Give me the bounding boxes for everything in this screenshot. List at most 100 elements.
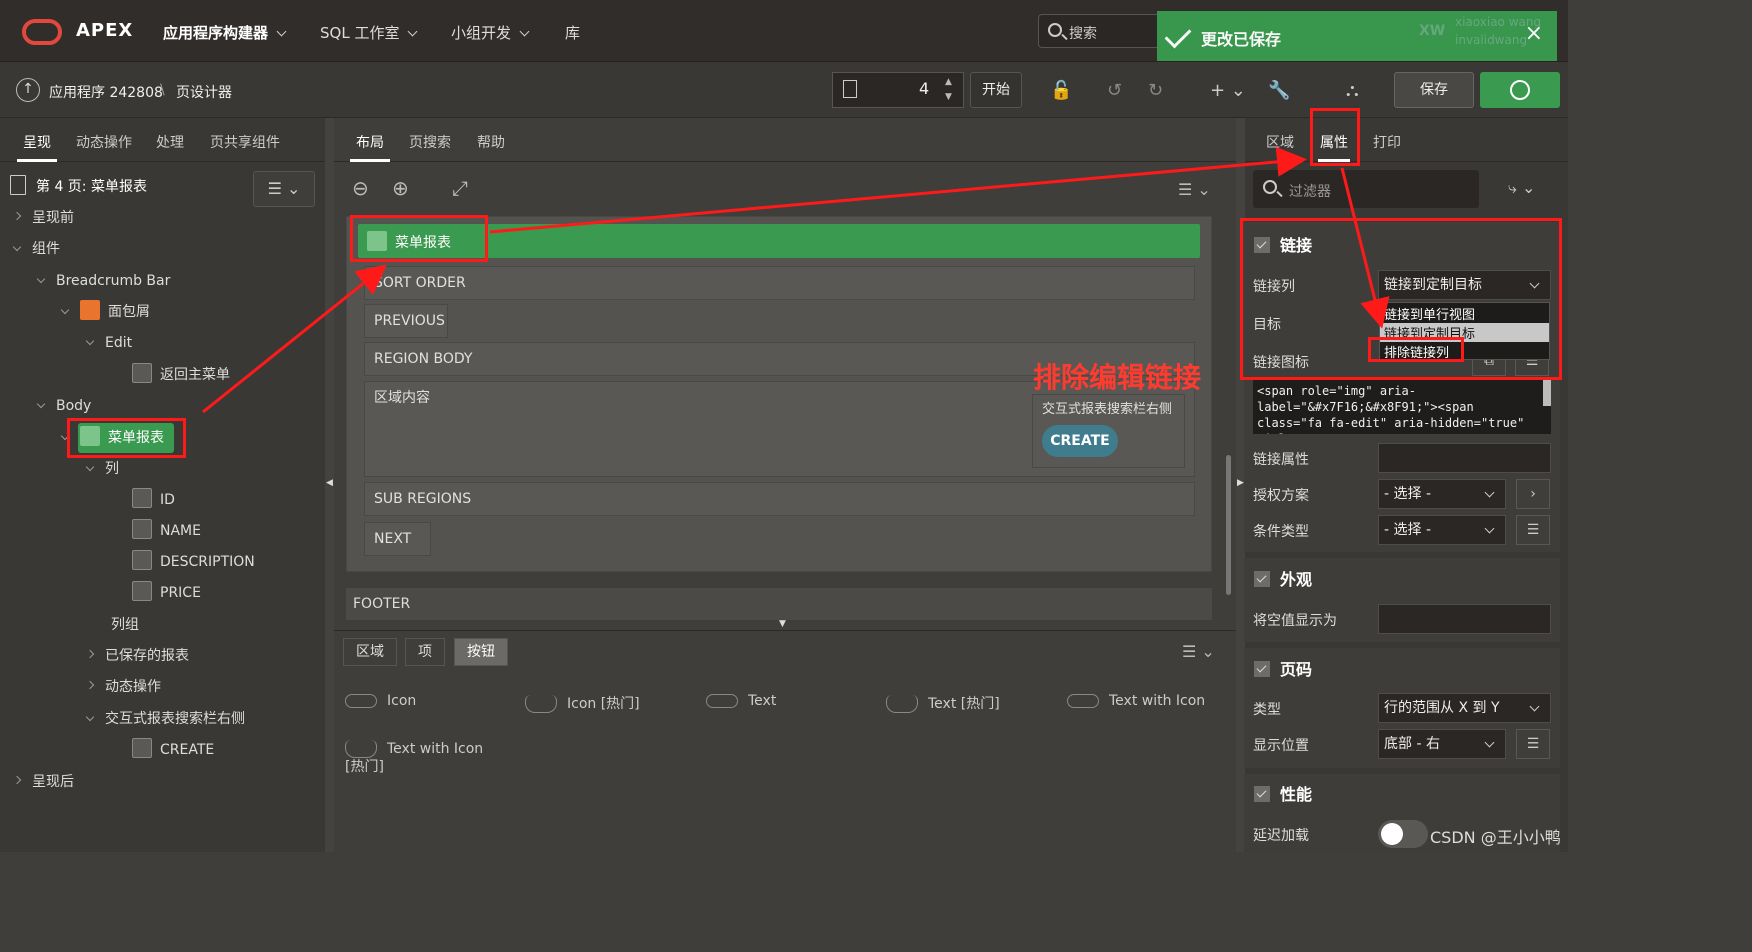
- pagination-type-select[interactable]: 行的范围从 X 到 Y: [1378, 693, 1551, 723]
- tab-help[interactable]: 帮助: [477, 132, 505, 152]
- list-icon[interactable]: ☰: [1516, 729, 1550, 759]
- brand-name[interactable]: APEX: [76, 20, 133, 41]
- oracle-logo-icon[interactable]: [22, 19, 62, 45]
- page-number-input[interactable]: 4: [919, 79, 929, 98]
- shared-components-icon[interactable]: ⛬: [1346, 80, 1359, 101]
- tab-rendering[interactable]: 呈现: [23, 132, 51, 152]
- tree-menu-button[interactable]: ☰ ⌄: [253, 171, 315, 207]
- position-sort-order[interactable]: SORT ORDER: [364, 266, 1195, 300]
- show-null-as-input[interactable]: [1378, 604, 1551, 634]
- tree-col-id[interactable]: ID: [132, 485, 175, 515]
- user-sub: invalidwang: [1455, 33, 1528, 47]
- position-sub-regions[interactable]: SUB REGIONS: [364, 482, 1195, 516]
- goto-group-icon[interactable]: ⤷ ⌄: [1508, 178, 1535, 198]
- tree-col-price[interactable]: PRICE: [132, 578, 201, 608]
- search-input[interactable]: 搜索: [1038, 14, 1168, 48]
- stepper-icon[interactable]: ▲ ▼: [945, 75, 952, 105]
- tree-columns[interactable]: 列: [85, 454, 119, 484]
- run-button[interactable]: [1480, 72, 1560, 108]
- utilities-wrench-icon[interactable]: 🔧: [1268, 80, 1290, 101]
- redo-icon[interactable]: ↻: [1148, 80, 1163, 101]
- zoom-in-icon[interactable]: ⊕: [392, 176, 409, 200]
- link-attributes-input[interactable]: [1378, 443, 1551, 473]
- expand-icon[interactable]: ⤢: [452, 176, 468, 200]
- tab-region[interactable]: 区域: [1266, 132, 1294, 152]
- unlock-icon[interactable]: 🔓: [1050, 80, 1072, 101]
- tab-printing[interactable]: 打印: [1373, 132, 1401, 152]
- tree-dynamic-actions[interactable]: 动态操作: [85, 672, 161, 702]
- tab-dynamic-actions[interactable]: 动态操作: [76, 132, 132, 152]
- gallery-text-hot[interactable]: Text [热门]: [886, 693, 1000, 713]
- gallery-icon-hot[interactable]: Icon [热门]: [525, 693, 640, 713]
- tree-column-groups[interactable]: 列组: [111, 610, 139, 640]
- tree-col-description[interactable]: DESCRIPTION: [132, 547, 255, 577]
- annotation-box-region-header: [350, 215, 488, 262]
- position-footer[interactable]: FOOTER: [346, 588, 1212, 620]
- flame-icon: [886, 695, 918, 713]
- tree-post-rendering[interactable]: 呈现后: [12, 767, 74, 797]
- tree-create-button[interactable]: CREATE: [132, 735, 214, 765]
- gallery-text[interactable]: Text: [706, 693, 776, 709]
- position-previous[interactable]: PREVIOUS: [364, 304, 448, 338]
- lazy-loading-toggle[interactable]: [1378, 820, 1428, 848]
- condition-type-select[interactable]: - 选择 -: [1378, 515, 1506, 545]
- create-button[interactable]: CREATE: [1042, 425, 1118, 457]
- gallery-tab-buttons[interactable]: 按钮: [454, 638, 508, 666]
- nav-app-builder[interactable]: 应用程序构建器: [163, 22, 287, 43]
- save-button[interactable]: 保存: [1394, 72, 1474, 108]
- gallery-menu-icon[interactable]: ☰ ⌄: [1182, 642, 1215, 661]
- nav-team-dev[interactable]: 小组开发: [451, 22, 530, 43]
- splitter-down-icon[interactable]: ▼: [779, 619, 786, 629]
- tab-shared-components[interactable]: 页共享组件: [210, 132, 280, 152]
- display-position-select[interactable]: 底部 - 右: [1378, 729, 1506, 759]
- tab-page-search[interactable]: 页搜索: [409, 132, 451, 152]
- code-scrollbar[interactable]: [1543, 380, 1551, 406]
- undo-icon[interactable]: ↺: [1107, 80, 1122, 101]
- tree-breadcrumb-bar[interactable]: Breadcrumb Bar: [36, 266, 170, 296]
- tab-processing[interactable]: 处理: [156, 132, 184, 152]
- gallery-text-with-icon[interactable]: Text with Icon: [1067, 693, 1205, 709]
- create-menu-icon[interactable]: + ⌄: [1210, 80, 1246, 101]
- tree-components[interactable]: 组件: [12, 234, 60, 264]
- go-button[interactable]: 开始: [970, 72, 1022, 108]
- avatar[interactable]: XW: [1419, 23, 1445, 39]
- gallery-tab-regions[interactable]: 区域: [343, 638, 397, 666]
- page-icon: [843, 80, 857, 98]
- tab-layout[interactable]: 布局: [356, 132, 384, 152]
- tree-col-name[interactable]: NAME: [132, 516, 201, 546]
- tree-body[interactable]: Body: [36, 391, 91, 421]
- nav-sql-workshop[interactable]: SQL 工作室: [320, 22, 418, 43]
- canvas-scrollbar[interactable]: [1226, 455, 1231, 595]
- gallery-text-with-icon-hot[interactable]: Text with Icon [热门]: [345, 740, 505, 776]
- breadcrumb-app[interactable]: 应用程序 242808: [49, 82, 163, 102]
- position-next[interactable]: NEXT: [364, 522, 431, 556]
- chevron-down-icon: [519, 26, 530, 37]
- tree-page-root[interactable]: 第 4 页: 菜单报表: [10, 172, 147, 202]
- tree-saved-reports[interactable]: 已保存的报表: [85, 641, 189, 671]
- tree-pre-rendering[interactable]: 呈现前: [12, 203, 74, 233]
- gallery-tab-items[interactable]: 项: [405, 638, 445, 666]
- tree-breadcrumb-region[interactable]: 面包屑: [60, 297, 150, 327]
- page-icon: [10, 175, 26, 195]
- nav-gallery[interactable]: 库: [565, 22, 580, 43]
- filter-input[interactable]: 过滤器: [1253, 170, 1479, 208]
- section-pagination-title[interactable]: 页码: [1254, 656, 1312, 680]
- tree-back-button[interactable]: 返回主菜单: [132, 360, 230, 390]
- layout-menu-icon[interactable]: ☰ ⌄: [1178, 180, 1211, 199]
- link-icon-code[interactable]: <span role="img" aria- label="&#x7F16;&#…: [1253, 380, 1551, 434]
- check-icon: [1164, 21, 1192, 49]
- list-icon[interactable]: ☰: [1516, 515, 1550, 545]
- tree-ir-right-of-search[interactable]: 交互式报表搜索栏右侧: [85, 704, 245, 734]
- section-performance-title[interactable]: 性能: [1254, 781, 1312, 805]
- button-icon: [132, 363, 152, 383]
- authorization-select[interactable]: - 选择 -: [1378, 479, 1506, 509]
- up-arrow-icon[interactable]: ↑: [16, 78, 40, 102]
- zoom-out-icon[interactable]: ⊖: [352, 176, 369, 200]
- page-number-selector[interactable]: 4 ▲ ▼: [832, 72, 964, 108]
- chevron-right-icon[interactable]: ›: [1516, 479, 1550, 509]
- left-splitter[interactable]: ◀: [325, 118, 334, 852]
- close-icon[interactable]: ×: [1525, 21, 1543, 46]
- tree-edit[interactable]: Edit: [85, 328, 132, 358]
- gallery-icon[interactable]: Icon: [345, 693, 416, 709]
- section-appearance-title[interactable]: 外观: [1254, 566, 1312, 590]
